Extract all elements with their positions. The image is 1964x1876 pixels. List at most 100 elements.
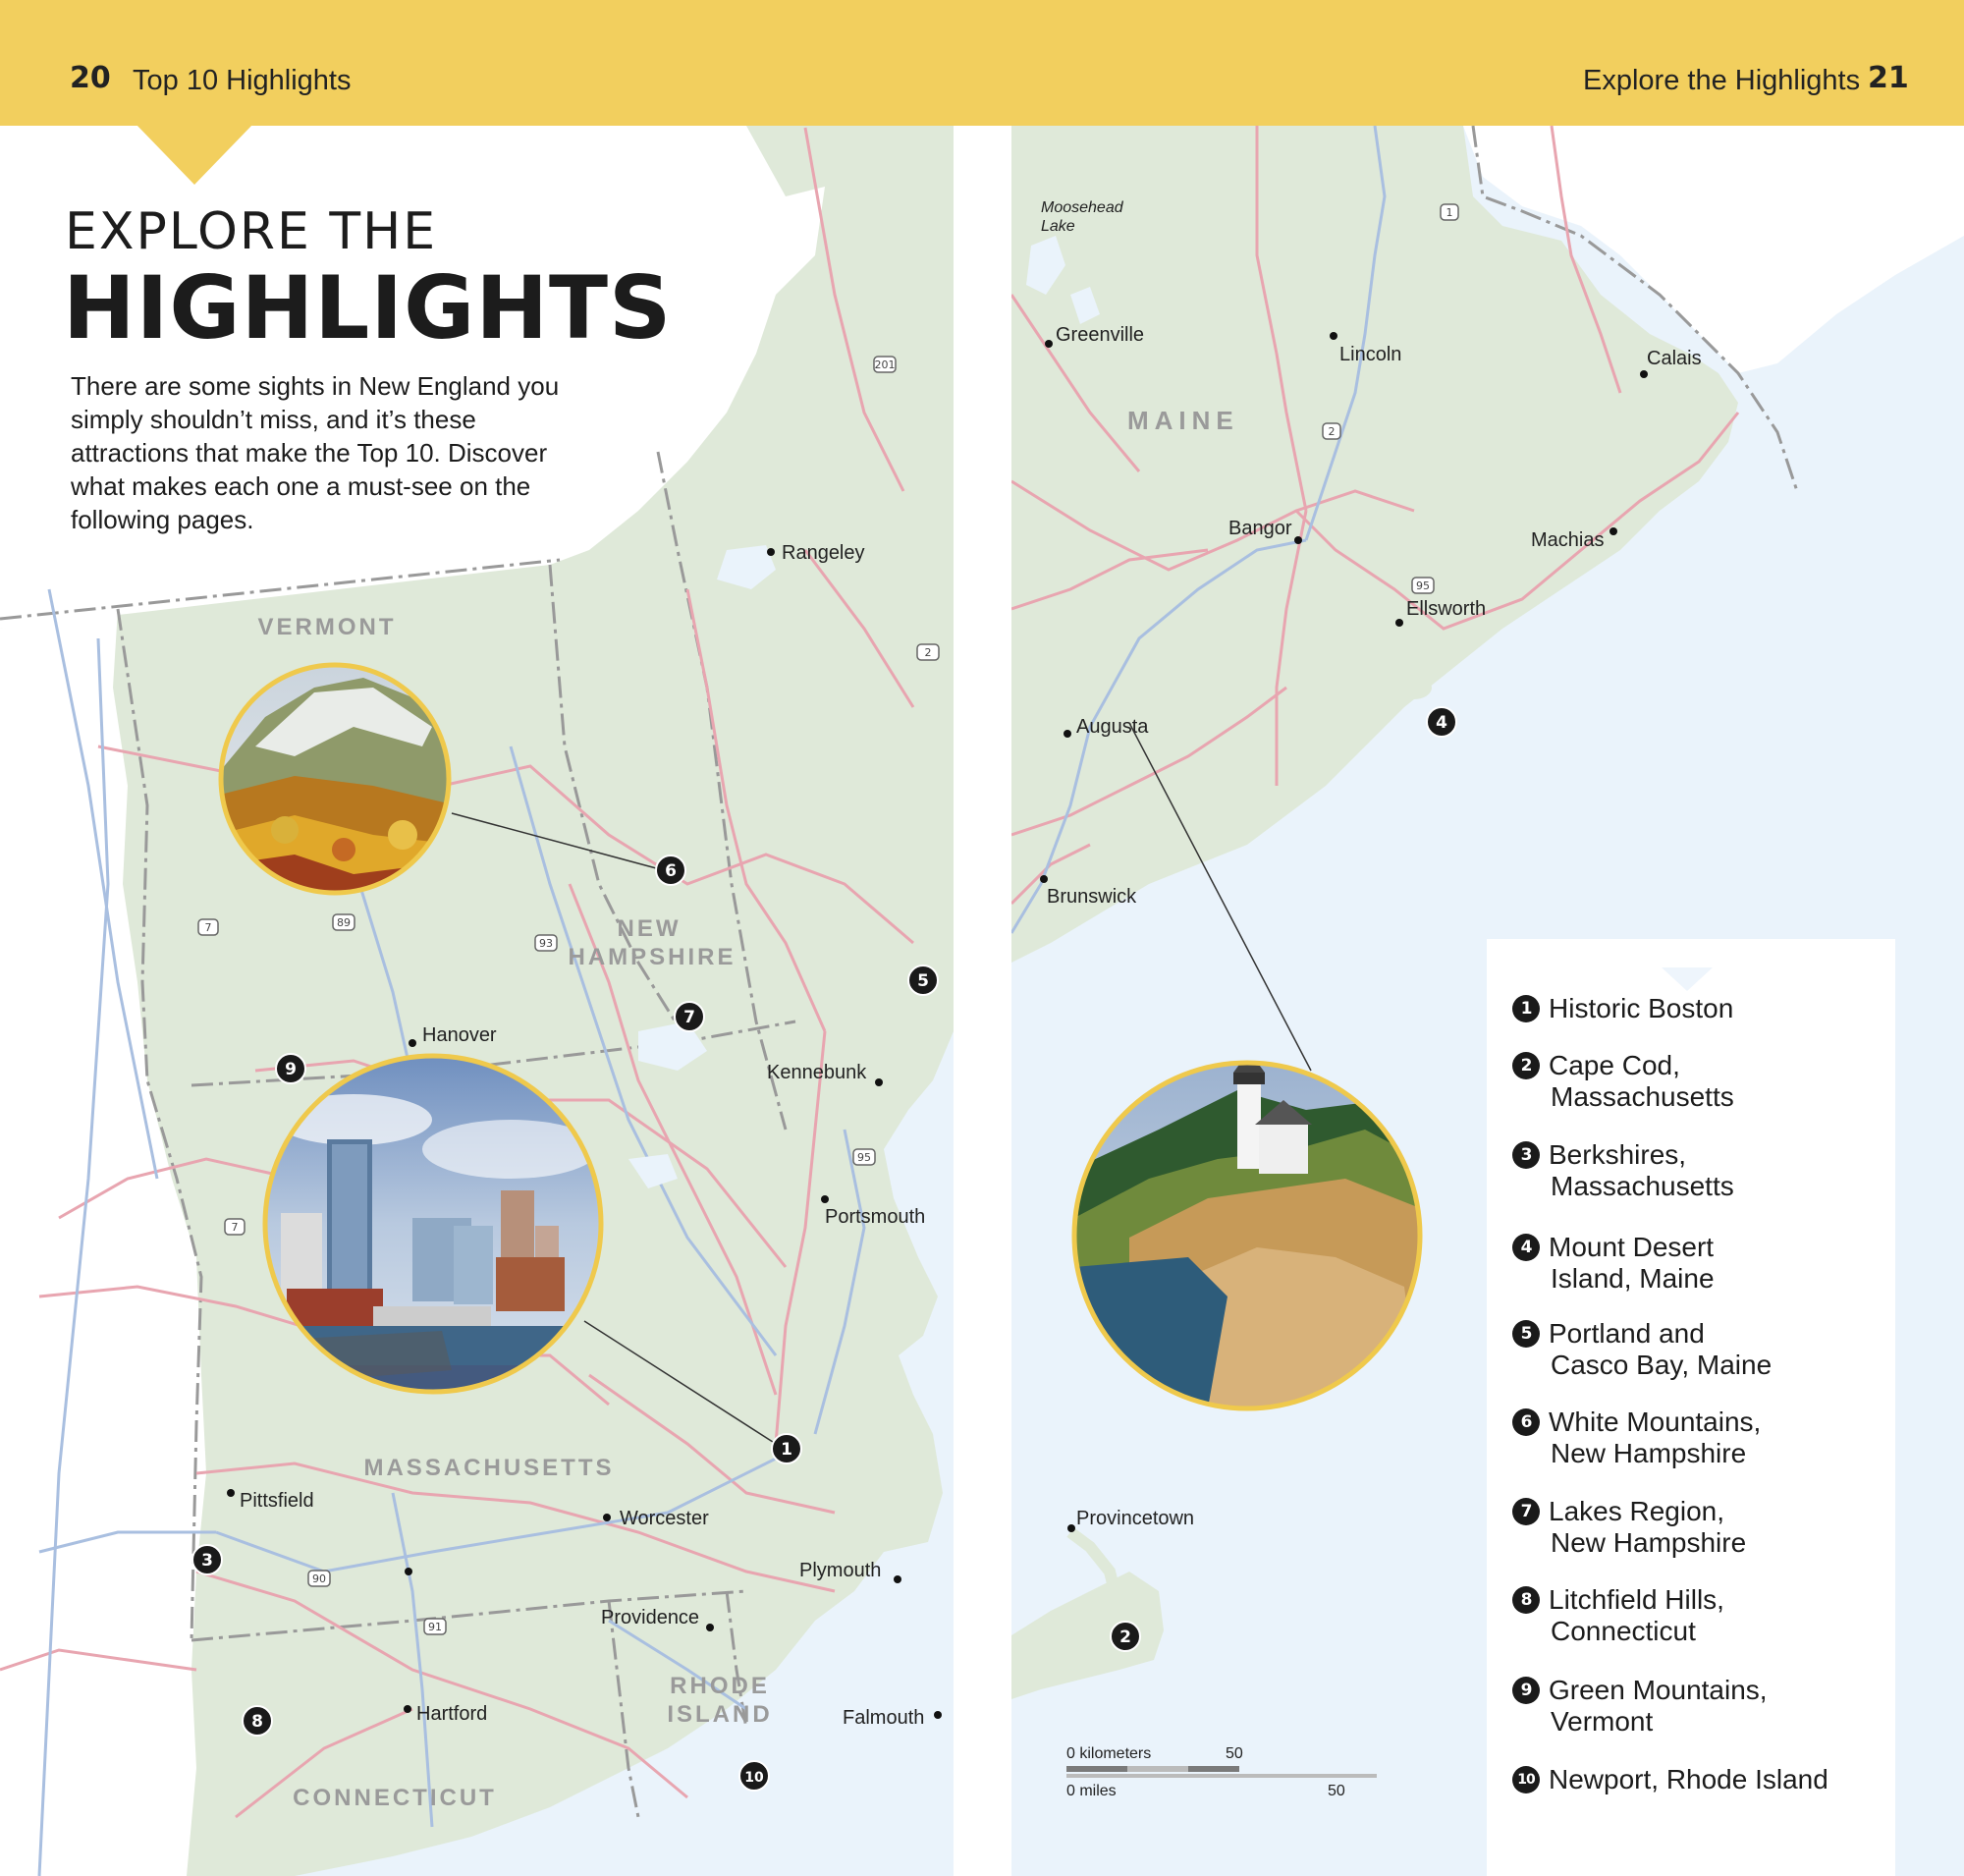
place-label: Machias <box>1531 529 1604 551</box>
state-label-rhode: RHODE <box>670 1673 770 1699</box>
scale-km-label: 0 kilometers <box>1066 1745 1151 1762</box>
route-shield-label: 95 <box>857 1151 871 1164</box>
legend-number-badge: 2 <box>1512 1052 1540 1079</box>
marker-3-label: 3 <box>201 1551 213 1571</box>
place-label: Falmouth <box>843 1707 924 1729</box>
page-title-large: HIGHLIGHTS <box>63 257 673 359</box>
marker-2-label: 2 <box>1119 1628 1131 1647</box>
legend-number-badge: 6 <box>1512 1408 1540 1436</box>
legend-number-badge: 8 <box>1512 1586 1540 1614</box>
scale-mi-value: 50 <box>1328 1783 1345 1799</box>
place-label: Augusta <box>1076 716 1149 738</box>
place-label: Ellsworth <box>1406 598 1486 620</box>
marker-4-label: 4 <box>1436 713 1447 733</box>
marker-1-label: 1 <box>781 1440 792 1460</box>
legend-line: Litchfield Hills, <box>1549 1584 1724 1615</box>
marker-9-label: 9 <box>285 1060 297 1079</box>
route-shield-label: 7 <box>232 1221 239 1234</box>
legend-text: Portland and Casco Bay, Maine <box>1549 1318 1873 1381</box>
legend-text: Litchfield Hills, Connecticut <box>1549 1584 1873 1647</box>
state-label-maine: MAINE <box>1127 406 1239 435</box>
header-pointer <box>136 124 253 185</box>
legend-line: Berkshires, <box>1549 1139 1687 1170</box>
state-label-hampshire: HAMPSHIRE <box>568 944 736 970</box>
legend-text: Berkshires, Massachusetts <box>1549 1139 1873 1202</box>
legend-text: Green Mountains, Vermont <box>1549 1675 1873 1738</box>
place-label: Lake <box>1041 218 1075 235</box>
route-shield-label: 95 <box>1416 579 1430 592</box>
legend-line: Portland and <box>1549 1318 1705 1349</box>
legend-number-badge: 1 <box>1512 995 1540 1022</box>
right-page-number: 21 <box>1868 61 1909 95</box>
place-label: Greenville <box>1056 324 1144 346</box>
page-gutter <box>954 126 1011 1876</box>
place-label: Brunswick <box>1047 886 1137 908</box>
legend-line: New Hampshire <box>1551 1527 1747 1558</box>
state-label-connecticut: CONNECTICUT <box>293 1785 497 1811</box>
legend-item: 6 White Mountains, New Hampshire <box>1512 1407 1873 1469</box>
intro-text: There are some sights in New England you… <box>71 371 560 534</box>
state-label-massachusetts: MASSACHUSETTS <box>363 1455 614 1481</box>
state-label-island: ISLAND <box>667 1701 772 1728</box>
legend-line: Historic Boston <box>1549 993 1734 1023</box>
legend-number-badge: 7 <box>1512 1498 1540 1525</box>
legend-text: Cape Cod, Massachusetts <box>1549 1050 1873 1113</box>
legend-item: 3 Berkshires, Massachusetts <box>1512 1139 1873 1202</box>
route-shield-label: 1 <box>1446 206 1453 219</box>
legend-text: Newport, Rhode Island <box>1549 1764 1873 1795</box>
place-label: Kennebunk <box>767 1062 867 1083</box>
legend-number-badge: 3 <box>1512 1141 1540 1169</box>
marker-6-label: 6 <box>665 861 677 881</box>
marker-5-label: 5 <box>917 971 929 991</box>
marker-8-label: 8 <box>251 1712 263 1732</box>
left-page-number: 20 <box>70 61 111 95</box>
route-shield-label: 93 <box>539 937 553 950</box>
route-shield-label: 2 <box>925 646 932 659</box>
scale-mi-label: 0 miles <box>1066 1783 1117 1799</box>
legend-number-badge: 5 <box>1512 1320 1540 1348</box>
route-shield-label: 89 <box>337 916 351 929</box>
legend-item: 8 Litchfield Hills, Connecticut <box>1512 1584 1873 1647</box>
right-running-head: Explore the Highlights <box>1583 65 1861 96</box>
place-label: Worcester <box>620 1508 709 1529</box>
legend-item: 10 Newport, Rhode Island <box>1512 1764 1873 1795</box>
place-label: Plymouth <box>799 1560 881 1581</box>
legend-item: 4 Mount Desert Island, Maine <box>1512 1232 1873 1295</box>
legend-number-badge: 10 <box>1512 1766 1540 1793</box>
place-label: Providence <box>601 1607 699 1628</box>
legend-item: 7 Lakes Region, New Hampshire <box>1512 1496 1873 1559</box>
legend-text: Lakes Region, New Hampshire <box>1549 1496 1873 1559</box>
place-label: Provincetown <box>1076 1508 1194 1529</box>
state-label-vermont: VERMONT <box>258 614 397 640</box>
place-label: Rangeley <box>782 542 865 564</box>
legend-line: Connecticut <box>1551 1616 1696 1646</box>
place-label: Hanover <box>422 1024 497 1046</box>
legend-text: Mount Desert Island, Maine <box>1549 1232 1873 1295</box>
legend-number-badge: 4 <box>1512 1234 1540 1261</box>
legend-line: Island, Maine <box>1551 1263 1715 1294</box>
place-label: Moosehead <box>1041 199 1124 216</box>
state-label-new: NEW <box>618 915 682 942</box>
legend-item: 1 Historic Boston <box>1512 993 1873 1024</box>
legend-line: Massachusetts <box>1551 1081 1734 1112</box>
left-running-head: Top 10 Highlights <box>133 65 352 96</box>
legend-line: Newport, Rhode Island <box>1549 1764 1828 1794</box>
boston-skyline-photo <box>262 1053 604 1395</box>
legend-line: New Hampshire <box>1551 1438 1747 1468</box>
route-shield-label: 90 <box>312 1573 326 1585</box>
legend-item: 9 Green Mountains, Vermont <box>1512 1675 1873 1738</box>
place-label: Lincoln <box>1339 344 1401 365</box>
legend-line: Casco Bay, Maine <box>1551 1350 1773 1380</box>
marker-10-label: 10 <box>744 1770 764 1786</box>
place-label: Calais <box>1647 348 1702 369</box>
legend-line: Cape Cod, <box>1549 1050 1680 1080</box>
route-shield-label: 201 <box>875 359 896 371</box>
legend-line: Vermont <box>1551 1706 1654 1737</box>
route-shield-label: 91 <box>428 1621 442 1633</box>
place-label: Portsmouth <box>825 1206 925 1228</box>
place-label: Hartford <box>416 1703 487 1725</box>
legend-text: Historic Boston <box>1549 993 1873 1024</box>
page-title-small: EXPLORE THE <box>65 202 438 261</box>
place-label: Pittsfield <box>240 1490 314 1512</box>
legend-line: Massachusetts <box>1551 1171 1734 1201</box>
